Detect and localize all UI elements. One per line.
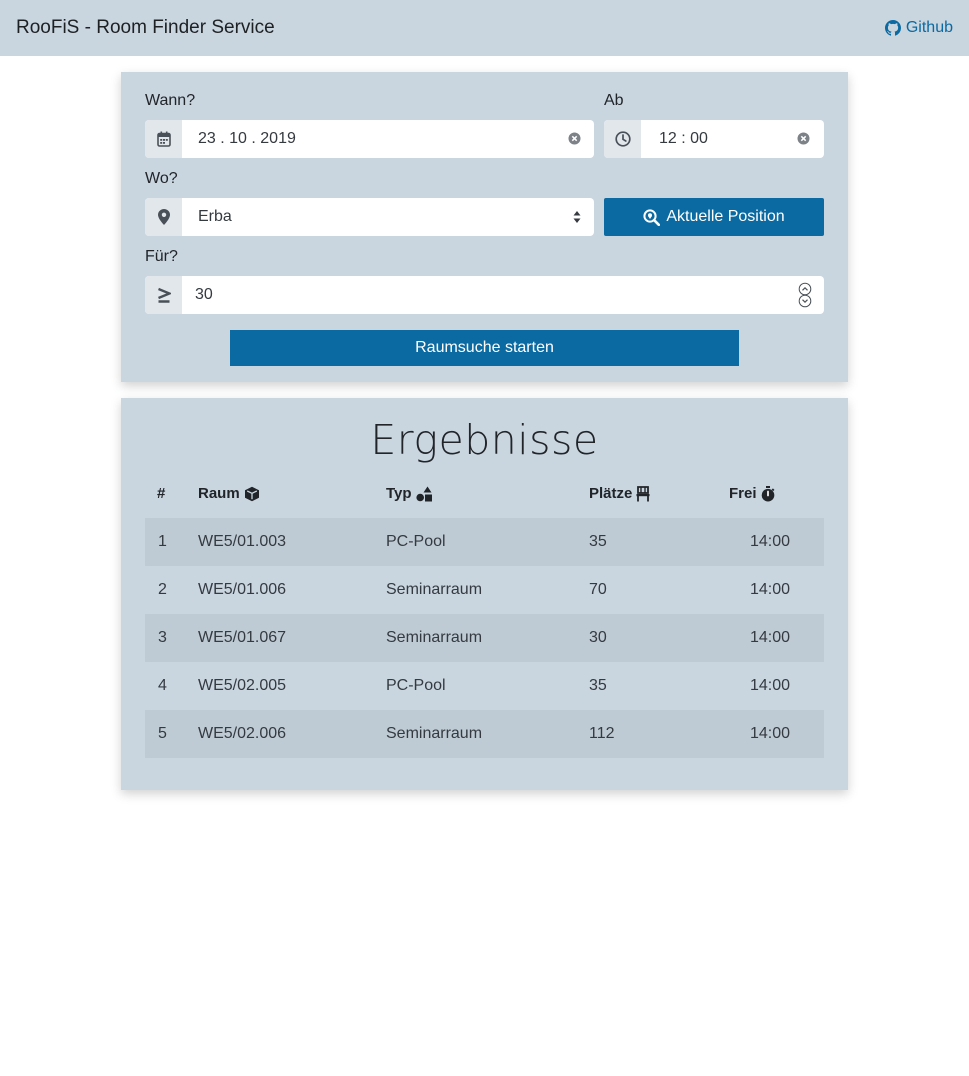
calendar-icon	[156, 131, 171, 147]
seats-label: Für?	[145, 248, 178, 265]
github-label: Github	[905, 19, 953, 36]
cell-free: 14:00	[750, 581, 791, 598]
cell-type: Seminarraum	[386, 629, 483, 646]
time-input[interactable]: 12 : 00	[659, 130, 708, 148]
search-location-icon	[643, 208, 661, 226]
location-select-group[interactable]: Erba	[145, 198, 594, 236]
cell-free: 14:00	[750, 677, 791, 694]
shapes-icon	[415, 486, 432, 501]
seats-addon	[145, 276, 182, 314]
number-spinner-icon[interactable]	[798, 282, 812, 308]
cell-number: 4	[158, 677, 167, 694]
clock-icon	[614, 131, 631, 147]
results-card: Ergebnisse # Raum Typ Plätze Frei 1 WE5/…	[121, 398, 848, 790]
cell-number: 2	[158, 581, 167, 598]
table-row[interactable]: 1 WE5/01.003 PC-Pool 35 14:00	[145, 518, 824, 566]
time-addon	[604, 120, 641, 158]
current-position-label: Aktuelle Position	[666, 208, 785, 225]
cell-seats: 70	[589, 581, 607, 598]
date-input[interactable]: 23 . 10 . 2019	[198, 130, 296, 148]
select-arrows-icon	[573, 211, 581, 223]
column-header-number[interactable]: #	[157, 485, 165, 502]
chair-icon	[636, 485, 650, 501]
cell-type: PC-Pool	[386, 677, 446, 694]
date-input-group[interactable]: 23 . 10 . 2019	[145, 120, 594, 158]
cell-room: WE5/01.006	[198, 581, 287, 598]
app-title[interactable]: RooFiS - Room Finder Service	[16, 17, 275, 39]
column-header-free[interactable]: Frei	[729, 485, 775, 502]
cell-free: 14:00	[750, 629, 791, 646]
date-label: Wann?	[145, 92, 196, 109]
table-row[interactable]: 5 WE5/02.006 Seminarraum 112 14:00	[145, 710, 824, 758]
results-title: Ergebnisse	[370, 416, 599, 464]
column-header-number-label: #	[157, 485, 166, 502]
search-form-card: Wann? 23 . 10 . 2019 Ab 12: 00 Wo? Erba…	[121, 72, 848, 382]
column-header-room-label: Raum	[198, 485, 240, 502]
seats-input-group[interactable]: 30	[145, 276, 824, 314]
location-select[interactable]: Erba	[198, 208, 232, 226]
column-header-seats[interactable]: Plätze	[589, 485, 650, 502]
location-label: Wo?	[145, 170, 178, 187]
cell-type: Seminarraum	[386, 581, 483, 598]
column-header-type-label: Typ	[386, 485, 412, 502]
github-icon	[884, 20, 901, 36]
table-row[interactable]: 3 WE5/01.067 Seminarraum 30 14:00	[145, 614, 824, 662]
cell-free: 14:00	[750, 533, 791, 550]
greater-equal-icon	[157, 287, 171, 303]
navbar: RooFiS - Room Finder Service Github	[0, 0, 969, 56]
cell-seats: 112	[589, 725, 615, 742]
current-position-button[interactable]: Aktuelle Position	[604, 198, 824, 236]
cell-room: WE5/02.006	[198, 725, 287, 742]
cell-number: 1	[158, 533, 167, 550]
cell-room: WE5/01.067	[198, 629, 287, 646]
table-row[interactable]: 4 WE5/02.005 PC-Pool 35 14:00	[145, 662, 824, 710]
start-search-button[interactable]: Raumsuche starten	[230, 330, 739, 366]
column-header-free-label: Frei	[729, 485, 757, 502]
map-marker-icon	[157, 209, 170, 225]
cell-seats: 35	[589, 677, 607, 694]
date-clear-icon[interactable]	[568, 132, 581, 145]
time-label: Ab	[604, 92, 624, 109]
github-link[interactable]: Github	[884, 19, 953, 37]
cell-free: 14:00	[750, 725, 791, 742]
column-header-room[interactable]: Raum	[198, 485, 260, 502]
cell-type: Seminarraum	[386, 725, 483, 742]
table-row[interactable]: 2 WE5/01.006 Seminarraum 70 14:00	[145, 566, 824, 614]
cell-seats: 35	[589, 533, 607, 550]
cube-icon	[244, 486, 259, 501]
date-addon	[145, 120, 182, 158]
cell-number: 3	[158, 629, 167, 646]
cell-type: PC-Pool	[386, 533, 446, 550]
column-header-type[interactable]: Typ	[386, 485, 433, 502]
time-input-group[interactable]: 12 : 00	[604, 120, 824, 158]
time-clear-icon[interactable]	[797, 132, 810, 145]
location-addon	[145, 198, 182, 236]
cell-room: WE5/01.003	[198, 533, 287, 550]
seats-input[interactable]: 30	[195, 286, 213, 304]
cell-seats: 30	[589, 629, 607, 646]
column-header-seats-label: Plätze	[589, 485, 633, 502]
cell-room: WE5/02.005	[198, 677, 287, 694]
start-search-label: Raumsuche starten	[415, 339, 554, 356]
stopwatch-icon	[761, 485, 774, 501]
cell-number: 5	[158, 725, 167, 742]
